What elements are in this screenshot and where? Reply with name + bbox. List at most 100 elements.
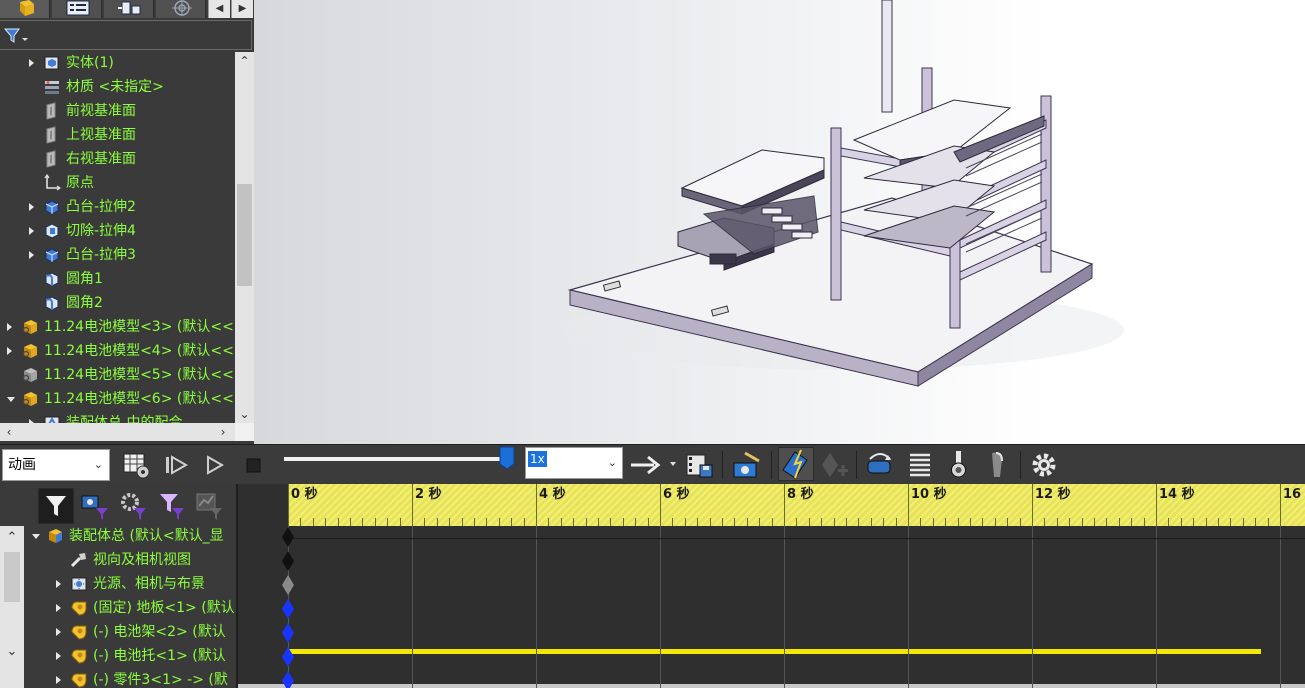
playback-slider-track[interactable] (284, 457, 506, 461)
motion-tree-item[interactable]: (-) 电池托<1> (默认 (0, 644, 236, 668)
motion-tree-item[interactable]: 装配体总 (默认<默认_显 (0, 526, 236, 548)
expand-arrow-icon[interactable] (29, 251, 34, 259)
expand-arrow-icon[interactable] (29, 59, 34, 67)
filter-results-button[interactable] (156, 490, 188, 522)
play-button[interactable] (199, 449, 231, 481)
keyframe-diamond[interactable] (282, 551, 294, 571)
study-type-dropdown[interactable]: 动画 ⌄ (2, 449, 110, 481)
motion-tree-item[interactable]: (-) 电池架<2> (默认 (0, 620, 236, 644)
collapse-arrow-icon[interactable] (32, 534, 40, 539)
scroll-thumb[interactable] (237, 184, 252, 286)
expand-arrow-icon[interactable] (56, 676, 61, 684)
playback-mode-arrow-icon (631, 455, 676, 475)
motor-button[interactable] (864, 449, 896, 481)
feature-tree-item[interactable]: 材质 <未指定> (0, 75, 234, 99)
scroll-right-arrow[interactable]: › (214, 423, 232, 441)
feature-tree-item[interactable]: 上视基准面 (0, 123, 234, 147)
feature-tree-item[interactable]: 圆角2 (0, 291, 234, 315)
motion-tree-scrollbar[interactable]: ⌃ ⌄ (0, 526, 24, 688)
playback-slider-thumb[interactable] (499, 446, 515, 470)
keyframe-diamond[interactable] (282, 647, 294, 667)
tab-property-manager[interactable] (52, 0, 102, 18)
tab-dimxpert-manager[interactable] (156, 0, 206, 18)
feature-tree-item[interactable]: 实体(1) (0, 52, 234, 75)
scroll-thumb[interactable] (4, 552, 20, 602)
timeline-gridline (660, 526, 661, 688)
keyframe-diamond[interactable] (282, 623, 294, 643)
filter-animated-button[interactable] (38, 488, 74, 524)
motion-tree-item[interactable]: 光源、相机与布景 (0, 572, 236, 596)
playback-rate-dropdown[interactable]: 1x ⌄ (525, 447, 623, 479)
ruler-minor-tick (585, 518, 587, 526)
tree-item-label: 凸台-拉伸2 (66, 199, 136, 215)
feature-tree-item[interactable]: 前视基准面 (0, 99, 234, 123)
filter-driving-button[interactable] (80, 490, 112, 522)
feature-tree-item[interactable]: 凸台-拉伸3 (0, 243, 234, 267)
feature-tree-item[interactable]: 圆角1 (0, 267, 234, 291)
animation-wizard-button[interactable] (731, 449, 763, 481)
graphics-area[interactable] (254, 0, 1305, 444)
save-animation-button[interactable] (684, 449, 716, 481)
tab-configuration-manager[interactable] (104, 0, 154, 18)
boss-extrude-icon (43, 246, 61, 264)
scroll-up-arrow[interactable]: ⌃ (0, 530, 24, 546)
scroll-down-arrow[interactable]: ⌄ (0, 644, 24, 660)
keyframe-diamond[interactable] (282, 671, 294, 688)
expand-arrow-icon[interactable] (29, 227, 34, 235)
calculate-button[interactable] (121, 449, 153, 481)
expand-arrow-icon[interactable] (7, 347, 12, 355)
view-camera-icon (70, 551, 88, 569)
feature-tree-item[interactable]: 原点 (0, 171, 234, 195)
expand-arrow-icon[interactable] (7, 323, 12, 331)
study-properties-button[interactable] (1028, 449, 1060, 481)
stop-button[interactable] (238, 449, 270, 481)
calculate-icon (123, 453, 150, 479)
playback-mode-button[interactable] (628, 449, 678, 481)
tree-item-label: 视向及相机视图 (93, 552, 191, 568)
filter-selected-button[interactable] (118, 490, 150, 522)
timeline-horizontal-scrollbar[interactable] (238, 684, 1305, 688)
play-from-start-button[interactable] (161, 449, 193, 481)
ruler-minor-tick (449, 518, 451, 526)
scroll-left-arrow[interactable]: ‹ (0, 423, 18, 441)
expand-arrow-icon[interactable] (56, 628, 61, 636)
feature-tree-item[interactable]: 11.24电池模型<6> (默认<< (0, 387, 234, 411)
ruler-minor-tick (697, 518, 699, 526)
timeline-area[interactable]: 0 秒 2 秒 4 秒 6 秒 8 秒 10 秒 12 秒 14 秒 16 (238, 484, 1305, 688)
scroll-up-arrow[interactable]: ⌃ (235, 52, 254, 70)
spring-button[interactable] (904, 449, 936, 481)
motion-tree-item[interactable]: 视向及相机视图 (0, 548, 236, 572)
feature-tree-vertical-scrollbar[interactable]: ⌃ ⌄ (235, 52, 254, 423)
feature-tree-horizontal-scrollbar[interactable]: ‹ › (0, 423, 235, 441)
keyframe-diamond[interactable] (282, 527, 294, 547)
feature-tree-item[interactable]: 右视基准面 (0, 147, 234, 171)
feature-tree-item[interactable]: 11.24电池模型<3> (默认<< (0, 315, 234, 339)
expand-arrow-icon[interactable] (56, 652, 61, 660)
autokey-button[interactable] (778, 447, 814, 481)
feature-tree-item[interactable]: 11.24电池模型<4> (默认<< (0, 339, 234, 363)
tree-filter-bar[interactable] (0, 20, 252, 50)
filter-plots-button[interactable] (194, 490, 226, 522)
motion-tree-item[interactable]: (固定) 地板<1> (默认 (0, 596, 236, 620)
scroll-down-arrow[interactable]: ⌄ (235, 405, 254, 423)
add-key-button[interactable] (818, 449, 850, 481)
feature-tree-item[interactable]: 11.24电池模型<5> (默认<< (0, 363, 234, 387)
tabs-scroll-right[interactable]: ▶ (231, 0, 253, 18)
feature-tree-item[interactable]: 切除-拉伸4 (0, 219, 234, 243)
time-ruler[interactable]: 0 秒 2 秒 4 秒 6 秒 8 秒 10 秒 12 秒 14 秒 16 (288, 484, 1305, 526)
contact-button[interactable] (982, 449, 1014, 481)
keyframe-diamond[interactable] (282, 599, 294, 619)
feature-tree-item[interactable]: 装配体总 中的配合 (0, 411, 234, 423)
expand-arrow-icon[interactable] (56, 580, 61, 588)
filter-icon[interactable] (4, 27, 30, 45)
expand-arrow-icon[interactable] (29, 203, 34, 211)
collapse-arrow-icon[interactable] (7, 397, 15, 402)
motion-tree-item[interactable]: (-) 零件3<1> -> (默 (0, 668, 236, 688)
tab-feature-manager[interactable] (0, 0, 50, 18)
time-bar[interactable] (288, 649, 1262, 654)
tabs-scroll-left[interactable]: ◀ (208, 0, 230, 18)
expand-arrow-icon[interactable] (56, 604, 61, 612)
feature-tree-item[interactable]: 凸台-拉伸2 (0, 195, 234, 219)
damper-button[interactable] (943, 449, 975, 481)
keyframe-diamond[interactable] (282, 575, 294, 595)
